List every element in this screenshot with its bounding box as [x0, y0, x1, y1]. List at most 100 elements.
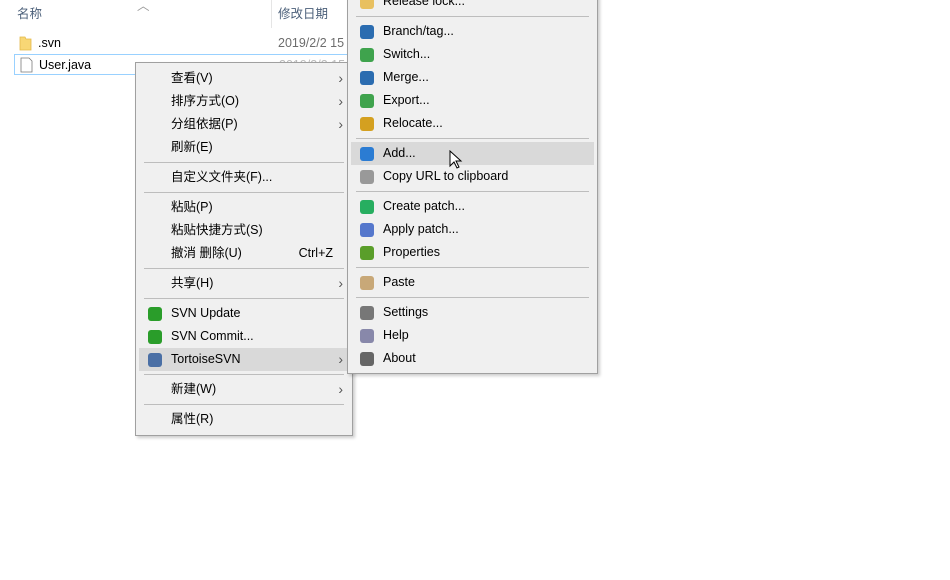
- context-menu: 查看(V) › 排序方式(O) › 分组依据(P) › 刷新(E) 自定义文件夹(F)... 粘…: [135, 62, 353, 436]
- menu-item-label: 新建(W): [171, 382, 217, 396]
- menu-item-label: Properties: [383, 245, 440, 259]
- menu-item[interactable]: Apply patch...: [351, 218, 594, 241]
- merge-icon: [360, 71, 374, 85]
- menu-item-label: TortoiseSVN: [171, 352, 241, 366]
- column-header-name[interactable]: 名称: [17, 0, 42, 30]
- menu-separator: [356, 297, 589, 298]
- create-patch-icon: [360, 200, 374, 214]
- add-icon: [360, 147, 374, 161]
- submenu-arrow-icon: ›: [338, 116, 343, 132]
- menu-item-label: Export...: [383, 93, 430, 107]
- menu-item-label: 自定义文件夹(F)...: [171, 170, 273, 184]
- svn-update-icon: [148, 307, 162, 321]
- menu-item-label: Relocate...: [383, 116, 443, 130]
- menu-separator: [144, 192, 344, 193]
- menu-item-label: Create patch...: [383, 199, 465, 213]
- menu-item[interactable]: 共享(H) ›: [139, 272, 349, 295]
- menu-separator: [356, 267, 589, 268]
- column-divider[interactable]: [271, 0, 272, 28]
- menu-item[interactable]: Relocate...: [351, 112, 594, 135]
- branch-icon: [360, 25, 374, 39]
- menu-item-label: SVN Commit...: [171, 329, 254, 343]
- menu-item[interactable]: About: [351, 347, 594, 370]
- menu-item-label: 查看(V): [171, 71, 213, 85]
- menu-item[interactable]: TortoiseSVN ›: [139, 348, 349, 371]
- menu-item-label: Paste: [383, 275, 415, 289]
- menu-separator: [144, 374, 344, 375]
- menu-item-label: Help: [383, 328, 409, 342]
- menu-separator: [144, 404, 344, 405]
- menu-item[interactable]: 自定义文件夹(F)...: [139, 166, 349, 189]
- file-name: User.java: [39, 58, 92, 72]
- menu-item-label: Add...: [383, 146, 416, 160]
- submenu-arrow-icon: ›: [338, 275, 343, 291]
- menu-item[interactable]: Properties: [351, 241, 594, 264]
- menu-item-label: 刷新(E): [171, 140, 213, 154]
- switch-icon: [360, 48, 374, 62]
- menu-item[interactable]: 粘贴(P): [139, 196, 349, 219]
- submenu-arrow-icon: ›: [338, 351, 343, 367]
- help-icon: [360, 329, 374, 343]
- menu-separator: [356, 16, 589, 17]
- menu-item[interactable]: Release lock...: [351, 0, 594, 13]
- menu-item[interactable]: Add...: [351, 142, 594, 165]
- menu-item[interactable]: SVN Commit...: [139, 325, 349, 348]
- menu-item-label: Merge...: [383, 70, 429, 84]
- menu-item-label: 撤消 删除(U): [171, 246, 242, 260]
- menu-item[interactable]: Switch...: [351, 43, 594, 66]
- sort-chevron-icon: ︿: [137, 0, 150, 13]
- paste-icon: [360, 276, 374, 290]
- settings-icon: [360, 306, 374, 320]
- menu-item[interactable]: 属性(R): [139, 408, 349, 431]
- about-icon: [360, 352, 374, 366]
- menu-item[interactable]: 新建(W) ›: [139, 378, 349, 401]
- menu-item-label: 共享(H): [171, 276, 214, 290]
- menu-item[interactable]: Export...: [351, 89, 594, 112]
- menu-separator: [144, 298, 344, 299]
- menu-item[interactable]: 粘贴快捷方式(S): [139, 219, 349, 242]
- menu-item-label: Release lock...: [383, 0, 465, 8]
- menu-item[interactable]: Settings: [351, 301, 594, 324]
- file-date: 2019/2/2 15: [278, 36, 345, 50]
- tortoisesvn-submenu: Release lock... Branch/tag... Switch... Mer…: [347, 0, 598, 374]
- menu-item-label: 粘贴(P): [171, 200, 213, 214]
- submenu-arrow-icon: ›: [338, 93, 343, 109]
- menu-item[interactable]: Create patch...: [351, 195, 594, 218]
- menu-item-label: SVN Update: [171, 306, 241, 320]
- submenu-arrow-icon: ›: [338, 70, 343, 86]
- export-icon: [360, 94, 374, 108]
- menu-item[interactable]: Paste: [351, 271, 594, 294]
- menu-item[interactable]: Branch/tag...: [351, 20, 594, 43]
- menu-item-label: 排序方式(O): [171, 94, 240, 108]
- menu-item[interactable]: 分组依据(P) ›: [139, 113, 349, 136]
- menu-item[interactable]: 撤消 删除(U) Ctrl+Z: [139, 242, 349, 265]
- menu-separator: [144, 162, 344, 163]
- menu-item[interactable]: Copy URL to clipboard: [351, 165, 594, 188]
- menu-item-label: Apply patch...: [383, 222, 459, 236]
- menu-item-label: Branch/tag...: [383, 24, 454, 38]
- menu-item-label: 分组依据(P): [171, 117, 238, 131]
- menu-item[interactable]: Merge...: [351, 66, 594, 89]
- apply-patch-icon: [360, 223, 374, 237]
- folder-icon: [19, 36, 32, 51]
- menu-item-label: Copy URL to clipboard: [383, 169, 509, 183]
- svn-commit-icon: [148, 330, 162, 344]
- submenu-arrow-icon: ›: [338, 381, 343, 397]
- menu-item[interactable]: 查看(V) ›: [139, 67, 349, 90]
- lock-icon: [360, 0, 374, 9]
- menu-item-label: Settings: [383, 305, 429, 319]
- menu-item[interactable]: Help: [351, 324, 594, 347]
- file-icon: [20, 57, 33, 73]
- menu-separator: [356, 191, 589, 192]
- column-header-date[interactable]: 修改日期: [278, 0, 328, 30]
- menu-separator: [144, 268, 344, 269]
- menu-item-label: About: [383, 351, 416, 365]
- menu-item[interactable]: 刷新(E): [139, 136, 349, 159]
- menu-separator: [356, 138, 589, 139]
- tortoisesvn-icon: [148, 353, 162, 367]
- properties-icon: [360, 246, 374, 260]
- menu-item[interactable]: 排序方式(O) ›: [139, 90, 349, 113]
- file-row[interactable]: .svn 2019/2/2 15: [14, 33, 349, 54]
- menu-item[interactable]: SVN Update: [139, 302, 349, 325]
- copy-url-icon: [360, 170, 374, 184]
